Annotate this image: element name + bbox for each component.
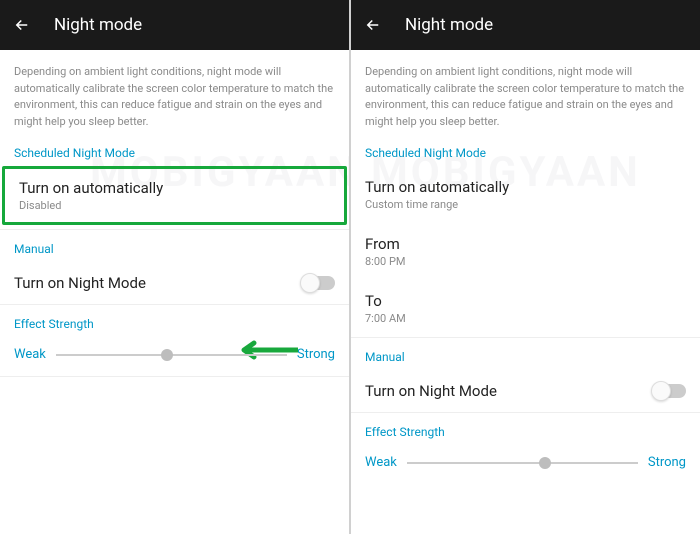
slider-weak-label: Weak <box>14 347 46 362</box>
slider-thumb[interactable] <box>161 349 173 361</box>
turn-on-night-mode-row[interactable]: Turn on Night Mode <box>0 262 349 305</box>
description-text: Depending on ambient light conditions, n… <box>351 50 700 140</box>
to-subtitle: 7:00 AM <box>365 312 406 325</box>
manual-section-label: Manual <box>0 229 349 262</box>
auto-title: Turn on automatically <box>365 178 509 196</box>
page-title: Night mode <box>405 15 493 35</box>
scheduled-section-label: Scheduled Night Mode <box>0 140 349 166</box>
effect-strength-label: Effect Strength <box>351 413 700 445</box>
turn-on-night-mode-row[interactable]: Turn on Night Mode <box>351 370 700 413</box>
from-title: From <box>365 235 405 253</box>
back-button[interactable] <box>12 15 32 35</box>
effect-strength-slider-row: Weak Strong <box>0 337 349 377</box>
app-header: Night mode <box>0 0 349 50</box>
effect-strength-slider[interactable] <box>56 354 287 356</box>
slider-strong-label: Strong <box>648 455 686 470</box>
slider-thumb[interactable] <box>539 457 551 469</box>
night-mode-toggle[interactable] <box>301 276 335 290</box>
to-title: To <box>365 292 406 310</box>
to-time-row[interactable]: To 7:00 AM <box>351 280 700 338</box>
page-title: Night mode <box>54 15 142 35</box>
turn-on-automatically-row[interactable]: Turn on automatically Disabled <box>2 166 347 225</box>
auto-title: Turn on automatically <box>19 179 163 197</box>
auto-subtitle: Disabled <box>19 199 163 212</box>
app-header: Night mode <box>351 0 700 50</box>
manual-section-label: Manual <box>351 338 700 370</box>
arrow-left-icon <box>364 16 382 34</box>
slider-weak-label: Weak <box>365 455 397 470</box>
slider-strong-label: Strong <box>297 347 335 362</box>
toggle-title: Turn on Night Mode <box>365 382 497 400</box>
arrow-left-icon <box>13 16 31 34</box>
right-pane: MOBIGYAAN Night mode Depending on ambien… <box>351 0 700 534</box>
back-button[interactable] <box>363 15 383 35</box>
effect-strength-slider[interactable] <box>407 462 638 464</box>
scheduled-section-label: Scheduled Night Mode <box>351 140 700 166</box>
effect-strength-label: Effect Strength <box>0 305 349 337</box>
screenshot-container: MOBIGYAAN Night mode Depending on ambien… <box>0 0 700 534</box>
from-subtitle: 8:00 PM <box>365 255 405 268</box>
night-mode-toggle[interactable] <box>652 384 686 398</box>
toggle-title: Turn on Night Mode <box>14 274 146 292</box>
left-pane: MOBIGYAAN Night mode Depending on ambien… <box>0 0 349 534</box>
auto-subtitle: Custom time range <box>365 198 509 211</box>
effect-strength-slider-row: Weak Strong <box>351 445 700 484</box>
description-text: Depending on ambient light conditions, n… <box>0 50 349 140</box>
from-time-row[interactable]: From 8:00 PM <box>351 223 700 280</box>
turn-on-automatically-row[interactable]: Turn on automatically Custom time range <box>351 166 700 223</box>
